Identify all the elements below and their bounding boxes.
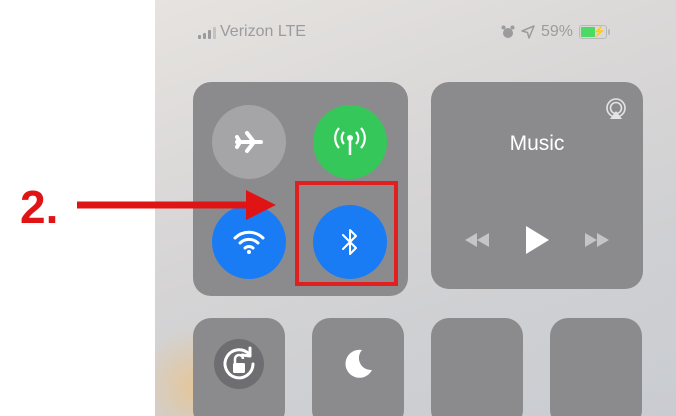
moon-icon xyxy=(333,339,383,389)
signal-bars-icon xyxy=(198,27,216,39)
cellular-data-toggle[interactable] xyxy=(313,105,387,179)
rewind-icon[interactable] xyxy=(464,232,490,248)
location-arrow-icon xyxy=(521,25,535,39)
bluetooth-highlight-box xyxy=(295,181,398,286)
status-bar: Verizon LTE 59% ⚡ xyxy=(155,0,676,60)
carrier-label: Verizon LTE xyxy=(220,23,306,40)
battery-percent: 59% xyxy=(541,23,574,40)
music-panel[interactable]: Music xyxy=(431,82,643,289)
control-tile[interactable] xyxy=(431,318,523,416)
wifi-toggle[interactable] xyxy=(212,205,286,279)
airplane-icon xyxy=(235,131,263,153)
airplay-icon[interactable] xyxy=(605,98,627,120)
status-right: 59% ⚡ xyxy=(501,23,611,41)
playback-controls xyxy=(431,225,643,255)
do-not-disturb-tile[interactable] xyxy=(312,318,404,416)
orientation-lock-icon xyxy=(214,339,264,389)
cellular-antenna-icon xyxy=(334,127,366,155)
wifi-icon xyxy=(233,230,265,254)
play-icon[interactable] xyxy=(524,225,550,255)
alarm-icon xyxy=(501,25,515,38)
control-tile[interactable] xyxy=(550,318,642,416)
control-center: Verizon LTE 59% ⚡ Music xyxy=(155,0,676,416)
orientation-lock-tile[interactable] xyxy=(193,318,285,416)
music-title: Music xyxy=(509,132,565,155)
step-label: 2. xyxy=(20,181,59,233)
battery-charging-icon: ⚡ xyxy=(579,25,611,39)
fast-forward-icon[interactable] xyxy=(584,232,610,248)
airplane-mode-toggle[interactable] xyxy=(212,105,286,179)
